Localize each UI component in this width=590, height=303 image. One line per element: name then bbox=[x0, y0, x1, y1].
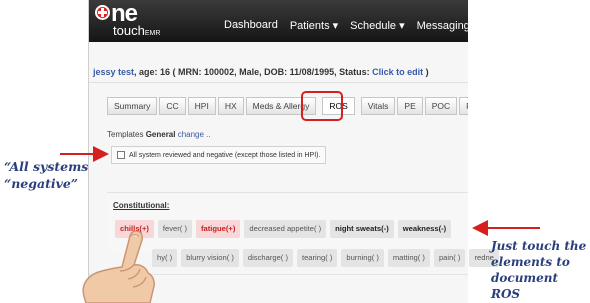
pointing-hand-icon bbox=[82, 231, 155, 303]
screenshot-stage: ne touchEMR Dashboard Patients ▾ Schedul… bbox=[0, 0, 590, 303]
